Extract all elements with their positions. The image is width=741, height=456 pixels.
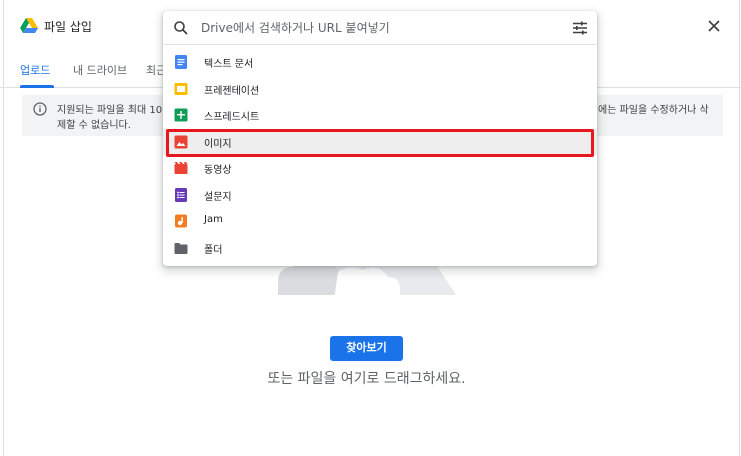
slides-icon bbox=[174, 82, 188, 95]
menu-item-label: 텍스트 문서 bbox=[204, 59, 254, 70]
drag-drop-hint: 또는 파일을 여기로 드래그하세요. bbox=[267, 371, 466, 387]
search-options-icon[interactable] bbox=[572, 20, 588, 36]
menu-item-label: 설문지 bbox=[204, 191, 232, 203]
active-tab-indicator bbox=[20, 85, 54, 88]
menu-item-label: 스프레드시트 bbox=[204, 112, 260, 123]
menu-item-label: 동영상 bbox=[204, 165, 232, 176]
google-drive-icon bbox=[20, 18, 38, 33]
menu-item-video[interactable]: 동영상 bbox=[163, 155, 597, 182]
info-text-line2: 제할 수 없습니다. bbox=[57, 120, 131, 131]
menu-item-sheets[interactable]: 스프레드시트 bbox=[163, 102, 597, 129]
menu-item-forms[interactable]: 설문지 bbox=[163, 182, 597, 209]
jamboard-icon bbox=[175, 214, 187, 228]
search-dropdown: 텍스트 문서 프레젠테이션 스프레드시트 이미지 bbox=[163, 11, 597, 266]
menu-item-slides[interactable]: 프레젠테이션 bbox=[163, 76, 597, 103]
folder-icon bbox=[174, 242, 188, 254]
search-bar bbox=[163, 11, 597, 45]
forms-icon bbox=[175, 187, 187, 202]
menu-item-docs[interactable]: 텍스트 문서 bbox=[163, 49, 597, 76]
info-icon bbox=[33, 102, 47, 116]
menu-item-label: Jam bbox=[204, 214, 223, 225]
search-input[interactable] bbox=[201, 18, 561, 38]
tab-upload[interactable]: 업로드 bbox=[20, 62, 50, 78]
menu-item-folder[interactable]: 폴더 bbox=[163, 235, 597, 262]
browse-button[interactable]: 찾아보기 bbox=[330, 336, 403, 361]
tab-my-drive[interactable]: 내 드라이브 bbox=[73, 62, 127, 78]
menu-item-label: 폴더 bbox=[204, 244, 223, 256]
close-icon[interactable] bbox=[704, 16, 724, 36]
dialog-title: 파일 삽입 bbox=[44, 20, 92, 34]
file-type-menu: 텍스트 문서 프레젠테이션 스프레드시트 이미지 동영상 설문지 Jam 폴더 bbox=[163, 49, 597, 261]
menu-item-label: 프레젠테이션 bbox=[204, 85, 260, 97]
sheets-icon bbox=[174, 108, 188, 122]
info-text-line1-start: 지원되는 파일을 최대 10 bbox=[57, 105, 163, 116]
menu-item-image[interactable]: 이미지 bbox=[163, 128, 597, 155]
docs-icon bbox=[175, 55, 187, 69]
info-text-line1-end: 에는 파일을 수정하거나 삭 bbox=[598, 105, 709, 116]
menu-item-label: 이미지 bbox=[204, 138, 232, 150]
menu-item-jam[interactable]: Jam bbox=[163, 208, 597, 235]
image-icon bbox=[174, 135, 188, 148]
video-icon bbox=[174, 162, 188, 174]
search-icon bbox=[174, 21, 188, 35]
